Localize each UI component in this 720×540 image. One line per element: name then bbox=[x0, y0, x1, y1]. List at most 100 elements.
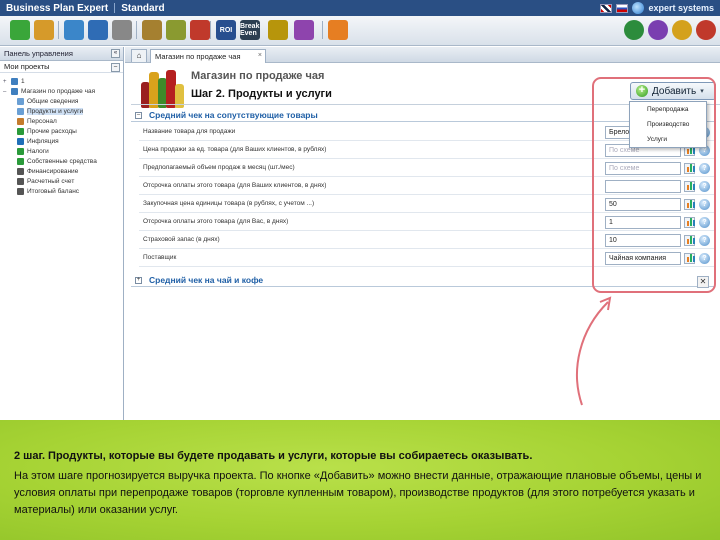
tree-item[interactable]: Продукты и услуги bbox=[17, 107, 84, 116]
tree-item-icon bbox=[17, 178, 24, 185]
tea-bottles-icon bbox=[139, 68, 185, 108]
tree-item[interactable]: Общие сведения bbox=[17, 97, 78, 106]
section-title: Средний чек на сопутствующие товары bbox=[149, 110, 318, 120]
field-label: Закупочная цена единицы товара (в рублях… bbox=[143, 200, 315, 207]
russian-flag-icon[interactable] bbox=[616, 3, 629, 13]
tree-item[interactable]: Итоговый баланс bbox=[17, 187, 79, 196]
tab-project-label: Магазин по продаже чая bbox=[155, 52, 241, 61]
step-heading: Шаг 2. Продукты и услуги bbox=[191, 88, 332, 100]
tree-item-label: Инфляция bbox=[27, 138, 59, 145]
field-label: Предполагаемый объем продаж в месяц (шт.… bbox=[143, 164, 295, 171]
open-icon[interactable] bbox=[34, 20, 54, 40]
tree-item[interactable]: Финансирование bbox=[17, 167, 78, 176]
title-separator bbox=[114, 3, 116, 13]
tree-item[interactable]: Расчетный счет bbox=[17, 177, 74, 186]
tree-item-icon bbox=[17, 128, 24, 135]
annotation-band: 2 шаг. Продукты, которые вы будете прода… bbox=[0, 420, 720, 540]
field-label: Название товара для продажи bbox=[143, 128, 236, 135]
tree-item-icon bbox=[17, 108, 24, 115]
tree-item[interactable]: Собственные средства bbox=[17, 157, 97, 166]
title-bar: Business Plan Expert Standard expert sys… bbox=[0, 0, 720, 16]
add-icon[interactable] bbox=[10, 20, 30, 40]
tree-item-label: 1 bbox=[21, 78, 25, 85]
chart-icon[interactable] bbox=[294, 20, 314, 40]
app-edition: Standard bbox=[121, 2, 165, 14]
tree-item-label: Продукты и услуги bbox=[27, 108, 84, 115]
toolbar-separator bbox=[136, 21, 137, 39]
collapse-projects-button[interactable]: – bbox=[111, 63, 120, 72]
home-tab[interactable]: ⌂ bbox=[131, 49, 147, 62]
tree-item-label: Собственные средства bbox=[27, 158, 97, 165]
tree-item[interactable]: Инфляция bbox=[17, 137, 59, 146]
tree-item[interactable]: Налоги bbox=[17, 147, 49, 156]
annotation-title: 2 шаг. Продукты, которые вы будете прода… bbox=[14, 450, 533, 462]
tree-item[interactable]: Персонал bbox=[17, 117, 57, 126]
field-label: Страховой запас (в днях) bbox=[143, 236, 220, 243]
break-even-icon[interactable]: Break Even bbox=[240, 20, 260, 40]
tree-item-icon bbox=[17, 148, 24, 155]
ratios-icon[interactable] bbox=[268, 20, 288, 40]
tree-item-icon bbox=[17, 168, 24, 175]
tree-toggle-icon[interactable]: + bbox=[3, 79, 9, 85]
delete-icon[interactable] bbox=[112, 20, 132, 40]
toolbar: ROI Break Even bbox=[0, 16, 720, 46]
section-collapse-icon[interactable]: – bbox=[135, 111, 142, 119]
tab-project[interactable]: Магазин по продаже чая × bbox=[150, 49, 266, 63]
field-label: Отсрочка оплаты этого товара (для Вас, в… bbox=[143, 218, 289, 225]
copy-icon[interactable] bbox=[64, 20, 84, 40]
tree-item[interactable]: – Магазин по продаже чая bbox=[3, 87, 95, 96]
tree-item-label: Магазин по продаже чая bbox=[21, 88, 96, 95]
pointer-arrow bbox=[576, 296, 612, 406]
tree-item-label: Финансирование bbox=[27, 168, 79, 175]
section-expand-icon[interactable]: + bbox=[135, 276, 142, 284]
brand-name: expert systems bbox=[648, 3, 714, 13]
toolbar-separator bbox=[58, 21, 59, 39]
title-bar-right: expert systems bbox=[600, 2, 714, 14]
tree-item-icon bbox=[11, 78, 18, 85]
close-tab-icon[interactable]: × bbox=[258, 52, 262, 59]
control-panel-header: Панель управления « bbox=[0, 47, 123, 61]
roi-icon[interactable]: ROI bbox=[216, 20, 236, 40]
field-label: Отсрочка оплаты этого товара (для Ваших … bbox=[143, 182, 327, 189]
english-flag-icon[interactable] bbox=[600, 3, 613, 13]
tree-item-label: Расчетный счет bbox=[27, 178, 75, 185]
help-icon[interactable] bbox=[648, 20, 668, 40]
collapse-panel-button[interactable]: « bbox=[111, 49, 120, 58]
highlight-frame bbox=[592, 77, 716, 293]
edit-icon[interactable] bbox=[672, 20, 692, 40]
tree-item-label: Общие сведения bbox=[27, 98, 79, 105]
control-panel: Панель управления « Мои проекты – +1 – Маг… bbox=[0, 47, 124, 420]
lock-icon[interactable] bbox=[696, 20, 716, 40]
field-label: Поставщик bbox=[143, 254, 177, 261]
projects-title: Мои проекты bbox=[4, 62, 50, 71]
tree-item-icon bbox=[17, 158, 24, 165]
tree-item-label: Налоги bbox=[27, 148, 49, 155]
projects-header: Мои проекты – bbox=[0, 61, 123, 73]
tree-item[interactable]: +1 bbox=[3, 77, 25, 86]
control-panel-title: Панель управления bbox=[4, 49, 73, 58]
tree-item-label: Прочие расходы bbox=[27, 128, 77, 135]
tree-item[interactable]: Прочие расходы bbox=[17, 127, 77, 136]
section-title: Средний чек на чай и кофе bbox=[149, 275, 264, 285]
tree-toggle-icon[interactable]: – bbox=[3, 89, 9, 95]
document-tab-bar: ⌂ Магазин по продаже чая × bbox=[125, 47, 720, 63]
balance-icon[interactable] bbox=[142, 20, 162, 40]
app-name: Business Plan Expert bbox=[6, 2, 109, 14]
tree-item-icon bbox=[17, 98, 24, 105]
play-icon[interactable] bbox=[328, 20, 348, 40]
tree-item-icon bbox=[11, 88, 18, 95]
money-bag-icon[interactable] bbox=[166, 20, 186, 40]
tree-item-icon bbox=[17, 138, 24, 145]
project-name-heading: Магазин по продаже чая bbox=[191, 70, 325, 82]
save-icon[interactable] bbox=[88, 20, 108, 40]
users-icon[interactable] bbox=[624, 20, 644, 40]
tree-item-label: Персонал bbox=[27, 118, 57, 125]
arrow-down-icon[interactable] bbox=[190, 20, 210, 40]
toolbar-separator bbox=[210, 21, 211, 39]
tree-item-icon bbox=[17, 118, 24, 125]
tree-item-icon bbox=[17, 188, 24, 195]
field-label: Цена продажи за ед. товара (для Ваших кл… bbox=[143, 146, 327, 153]
toolbar-separator bbox=[322, 21, 323, 39]
tree-item-label: Итоговый баланс bbox=[27, 188, 80, 195]
annotation-text: На этом шаге прогнозируется выручка прое… bbox=[14, 470, 702, 516]
